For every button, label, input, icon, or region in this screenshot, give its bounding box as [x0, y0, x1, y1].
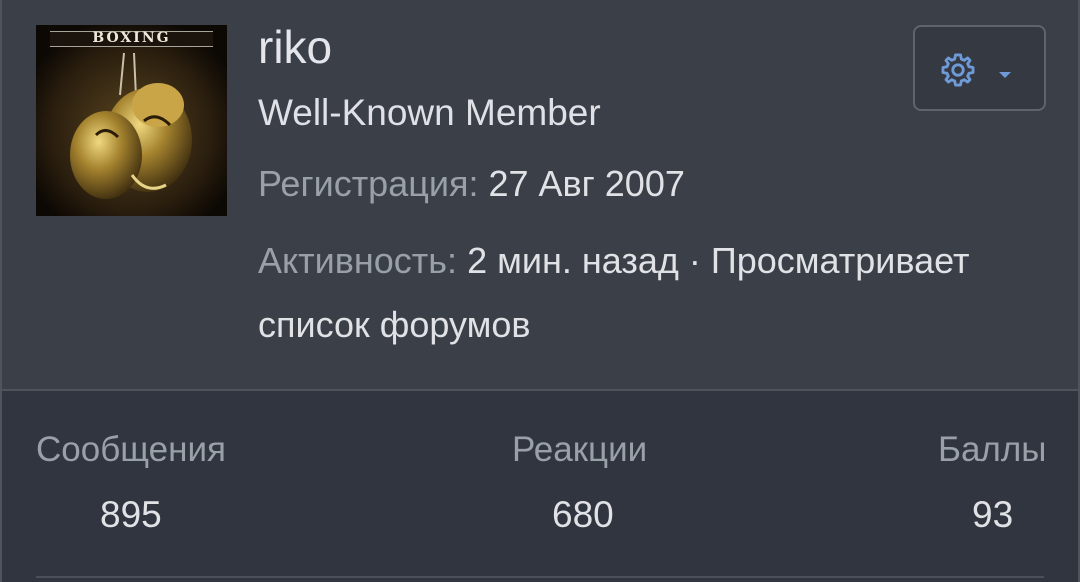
stat-label-points: Баллы — [938, 430, 1047, 469]
username[interactable]: riko — [258, 20, 332, 74]
avatar-banner: BOXING — [50, 30, 213, 47]
bottom-divider — [36, 576, 1044, 578]
activity-row: Активность: 2 мин. назад · Просматривает… — [258, 229, 1058, 357]
member-card: BOXING riko Well-Known Member Регистраци… — [0, 0, 1080, 582]
avatar-banner-text: BOXING — [92, 30, 171, 46]
stat-value-messages[interactable]: 895 — [100, 494, 162, 536]
stat-label-reactions: Реакции — [512, 430, 648, 469]
activity-label: Активность: — [258, 240, 458, 281]
avatar[interactable]: BOXING — [36, 25, 227, 216]
registration-date: 27 Авг 2007 — [488, 163, 685, 204]
caret-down-icon — [997, 67, 1013, 85]
member-role: Well-Known Member — [258, 92, 601, 133]
settings-button[interactable] — [913, 25, 1046, 111]
stat-value-reactions[interactable]: 680 — [552, 494, 614, 536]
gear-icon — [939, 51, 977, 94]
member-stats — [2, 391, 1078, 582]
stat-value-points[interactable]: 93 — [972, 494, 1013, 536]
boxing-gloves-image — [36, 25, 227, 216]
registration-row: Регистрация: 27 Авг 2007 — [258, 152, 685, 216]
stat-label-messages: Сообщения — [36, 430, 226, 469]
registration-label: Регистрация: — [258, 163, 479, 204]
